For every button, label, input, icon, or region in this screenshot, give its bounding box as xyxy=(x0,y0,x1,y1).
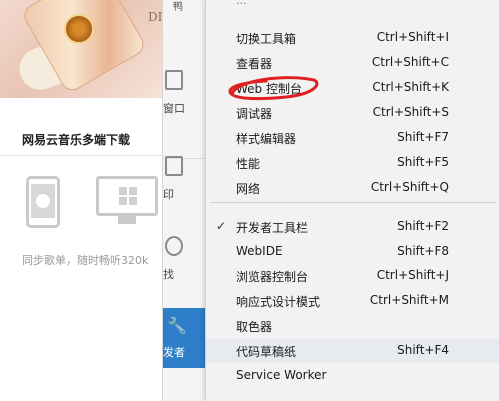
menu-item-shortcut: Shift+F2 xyxy=(397,219,449,233)
divider xyxy=(0,155,165,156)
panel-item-label: 找 xyxy=(163,268,174,281)
menu-item-label: 网络 xyxy=(236,182,261,196)
window-icon xyxy=(165,70,183,90)
menu-item[interactable]: 样式编辑器 Shift+F7 xyxy=(206,126,499,150)
menu-item-label: WebIDE xyxy=(236,244,283,258)
product-seal xyxy=(64,14,94,44)
menu-item[interactable]: WebIDE Shift+F8 xyxy=(206,240,499,264)
panel-item-developer[interactable]: 🔧 发者 xyxy=(163,308,207,368)
menu-item-shortcut: Ctrl+Shift+J xyxy=(376,268,449,282)
menu-item-label: 代码草稿纸 xyxy=(236,345,297,359)
menu-item[interactable]: ✓ 开发者工具栏 Shift+F2 xyxy=(206,215,499,239)
menu-item[interactable]: 性能 Shift+F5 xyxy=(206,151,499,175)
banner-brand-text: DI xyxy=(148,10,163,24)
monitor-stand xyxy=(118,216,136,224)
screenshot-root: DI 网易云音乐多端下载 同步歌单，随时畅听320k 鸭 窗口 印 找 🔧 发者… xyxy=(0,0,499,401)
ad-banner-image[interactable]: DI xyxy=(0,0,165,98)
menu-item-label: 取色器 xyxy=(236,320,273,334)
search-icon xyxy=(165,236,183,256)
web-page: DI 网易云音乐多端下载 同步歌单，随时畅听320k xyxy=(0,0,165,401)
panel-top-label: 鸭 xyxy=(173,2,183,13)
menu-item-label: Service Worker xyxy=(236,368,327,382)
menu-item-shortcut: Ctrl+Shift+K xyxy=(372,80,449,94)
menu-item-shortcut: Ctrl+Shift+Q xyxy=(370,180,449,194)
section-title: 网易云音乐多端下载 xyxy=(22,133,131,147)
windows-download-icon[interactable] xyxy=(96,176,158,216)
menu-item-shortcut: Ctrl+Shift+C xyxy=(371,55,449,69)
menu-item-shortcut: Shift+F8 xyxy=(397,244,449,258)
menu-item-label: 响应式设计模式 xyxy=(236,295,321,309)
panel-item-label: 窗口 xyxy=(163,102,185,115)
menu-item[interactable]: 浏览器控制台 Ctrl+Shift+J xyxy=(206,264,499,288)
menu-item[interactable]: Service Worker xyxy=(206,364,499,388)
menu-item-shortcut: Ctrl+Shift+M xyxy=(369,293,449,307)
submenu-header: ... xyxy=(236,0,247,7)
panel-item-label: 印 xyxy=(163,188,174,201)
panel-item-find[interactable]: 找 xyxy=(163,232,207,286)
menu-item[interactable]: 切换工具箱 Ctrl+Shift+I xyxy=(206,26,499,50)
menu-item-label: 切换工具箱 xyxy=(236,32,297,46)
menu-item[interactable]: 网络 Ctrl+Shift+Q xyxy=(206,176,499,200)
menu-item-shortcut: Shift+F5 xyxy=(397,155,449,169)
menu-item-label: 性能 xyxy=(236,157,261,171)
menu-item[interactable]: 调试器 Ctrl+Shift+S xyxy=(206,101,499,125)
wrench-icon: 🔧 xyxy=(167,316,187,335)
checkmark-icon: ✓ xyxy=(216,219,227,233)
menu-item[interactable]: 查看器 Ctrl+Shift+C xyxy=(206,51,499,75)
windows-logo-icon xyxy=(119,187,137,205)
menu-item-shortcut: Ctrl+Shift+S xyxy=(372,105,449,119)
menu-item-label: 样式编辑器 xyxy=(236,132,297,146)
menu-item-shortcut: Shift+F7 xyxy=(397,130,449,144)
print-icon xyxy=(165,156,183,176)
panel-item-label: 发者 xyxy=(163,346,185,359)
menu-item[interactable]: 取色器 xyxy=(206,314,499,338)
developer-submenu: ... 切换工具箱 Ctrl+Shift+I 查看器 Ctrl+Shift+C Web … xyxy=(205,0,499,401)
browser-menu-panel: 鸭 窗口 印 找 🔧 发者 xyxy=(162,0,207,401)
panel-top-item[interactable]: 鸭 xyxy=(163,0,207,13)
menu-item-label: 查看器 xyxy=(236,57,273,71)
menu-item-shortcut: Ctrl+Shift+I xyxy=(376,30,449,44)
ios-download-icon[interactable] xyxy=(26,176,60,228)
menu-item-label: 开发者工具栏 xyxy=(236,221,309,235)
menu-item-label: Web 控制台 xyxy=(236,82,302,96)
panel-item-window[interactable]: 窗口 xyxy=(163,66,207,120)
menu-item[interactable]: Web 控制台 Ctrl+Shift+K xyxy=(206,76,499,100)
menu-separator xyxy=(210,202,496,203)
menu-item[interactable]: 代码草稿纸 Shift+F4 xyxy=(206,339,499,363)
menu-item-label: 调试器 xyxy=(236,107,273,121)
menu-item-shortcut: Shift+F4 xyxy=(397,343,449,357)
apple-icon xyxy=(36,194,50,208)
sync-description: 同步歌单，随时畅听320k xyxy=(22,254,149,267)
menu-item-label: 浏览器控制台 xyxy=(236,270,309,284)
menu-item[interactable]: 响应式设计模式 Ctrl+Shift+M xyxy=(206,289,499,313)
panel-item-print[interactable]: 印 xyxy=(163,152,207,206)
